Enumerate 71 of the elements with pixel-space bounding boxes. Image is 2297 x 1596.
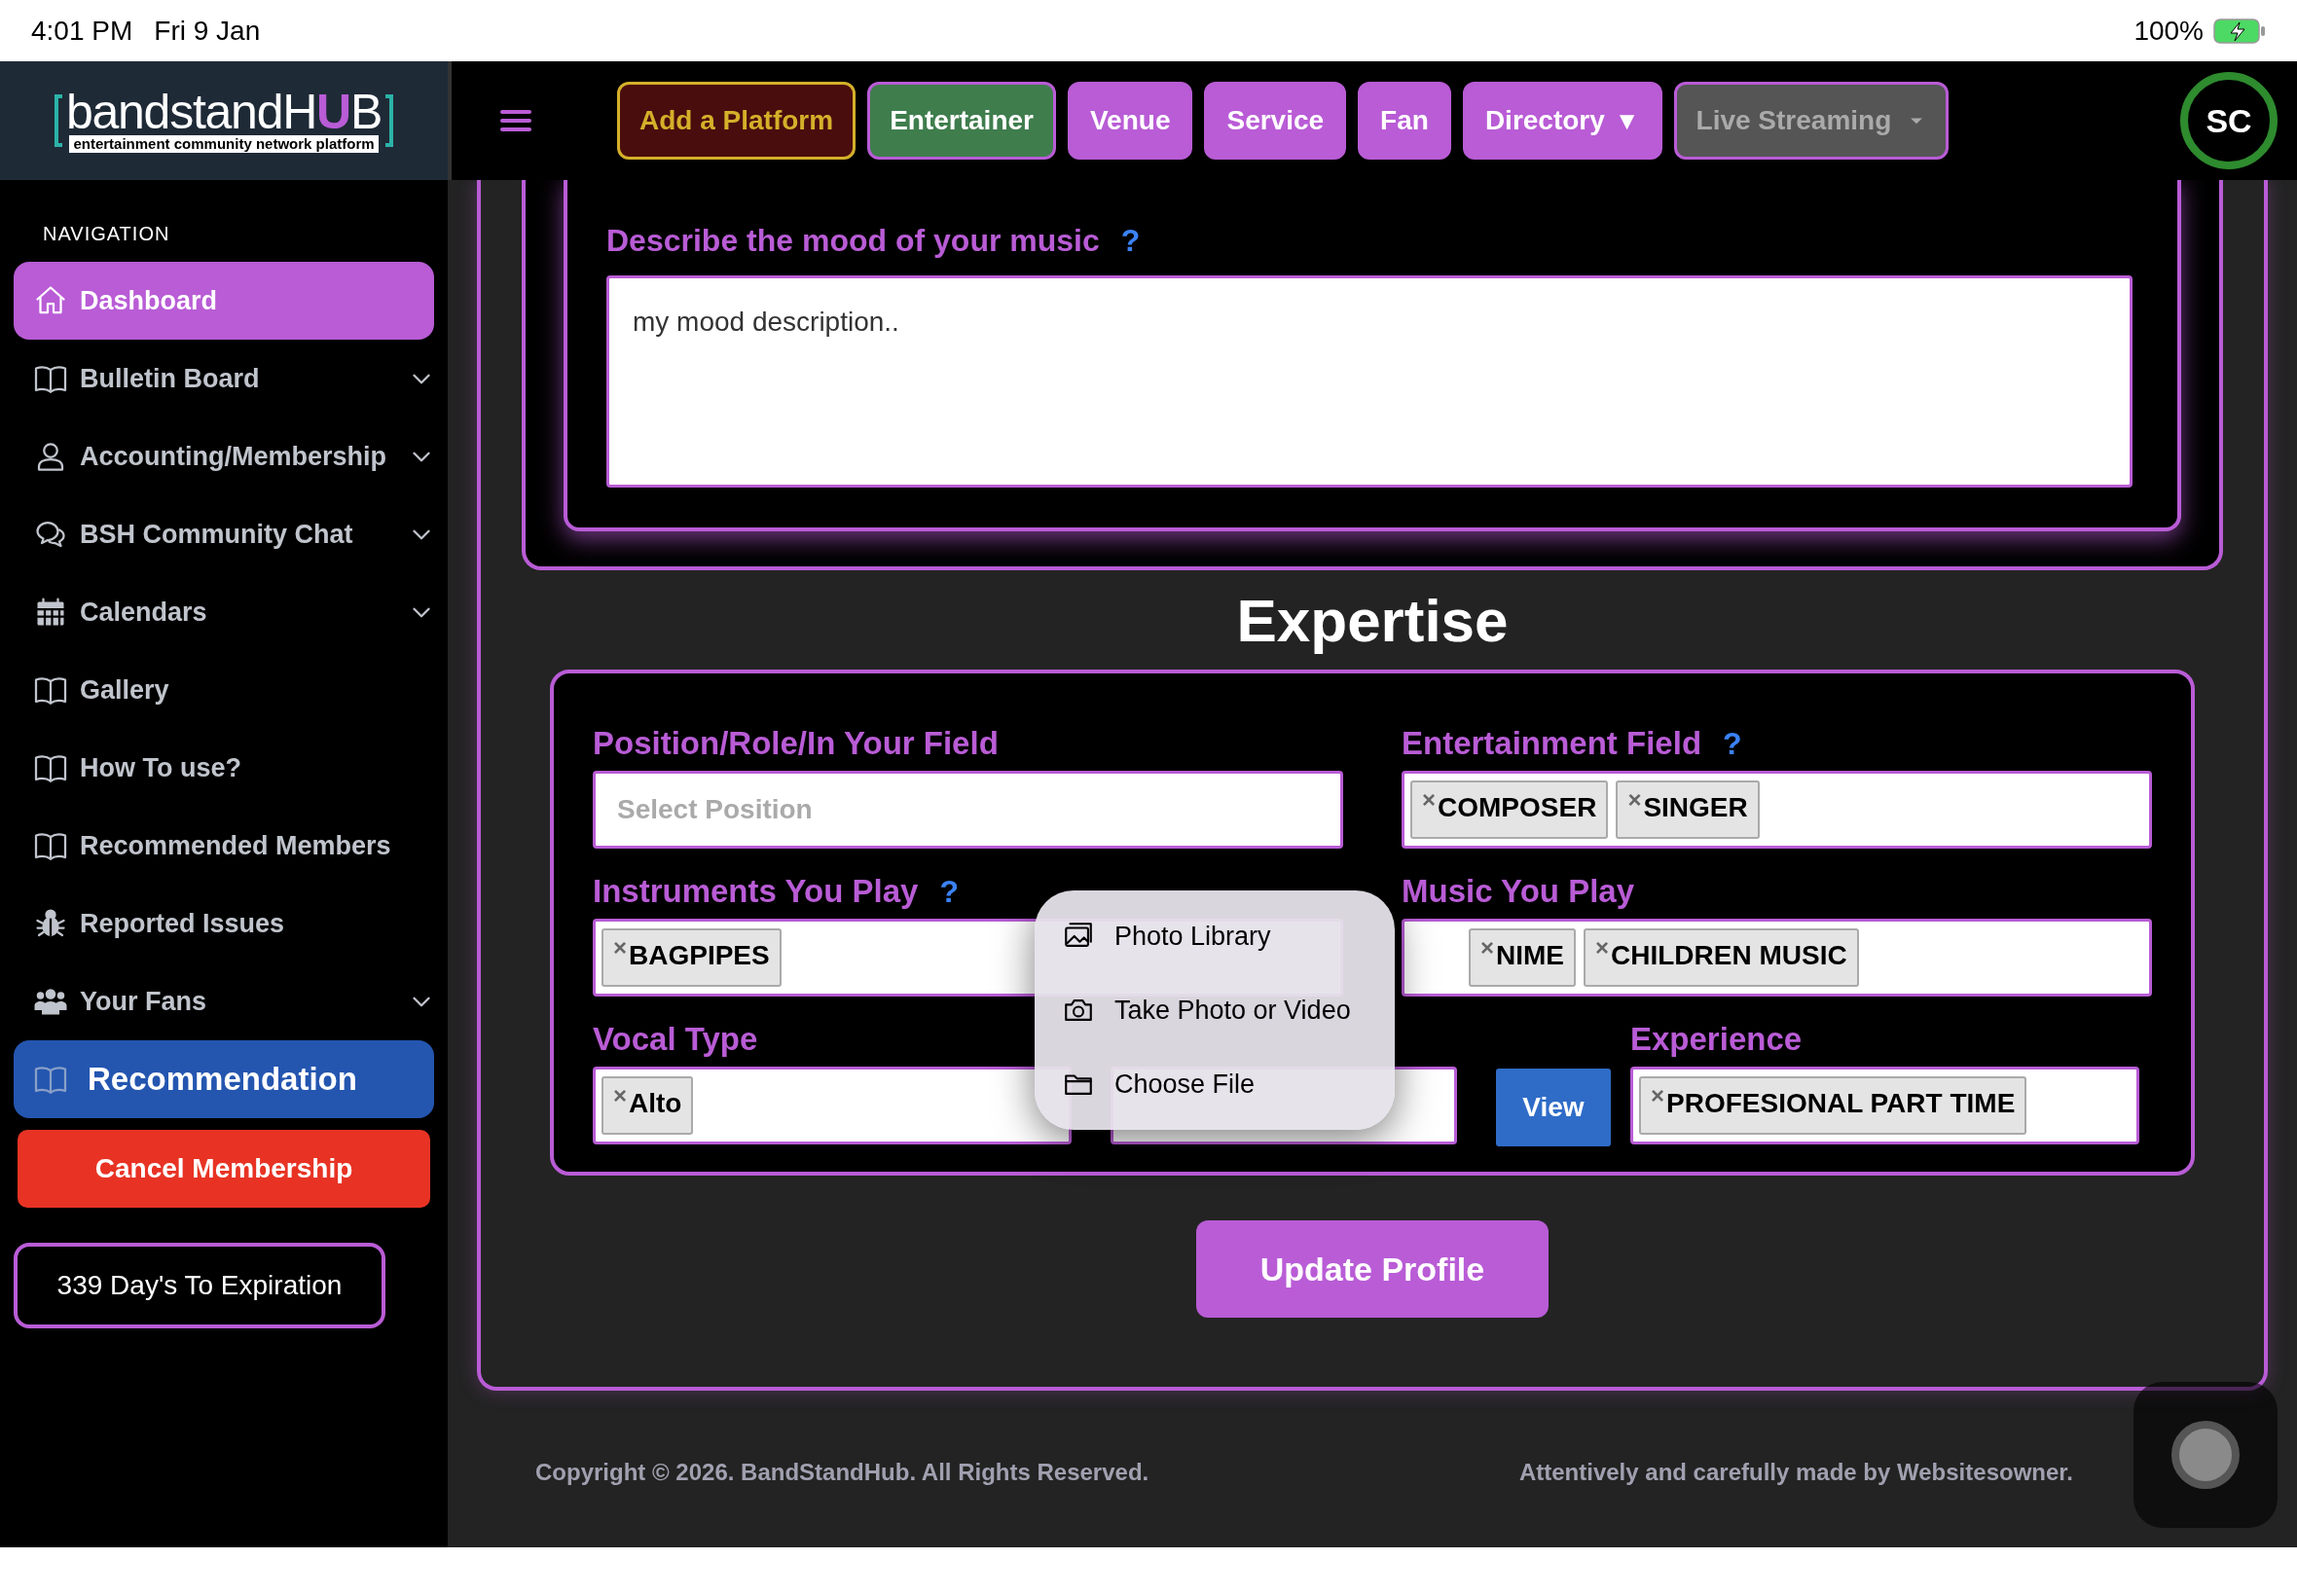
status-time: 4:01 PM	[31, 14, 133, 48]
nav-tab[interactable]: Add a Platform	[617, 82, 857, 160]
field-label: Position/Role/In Your Field	[593, 724, 999, 764]
tag-input-field[interactable]: ×COMPOSER ×SINGER	[1402, 771, 2152, 849]
bracket-icon	[54, 94, 62, 147]
tag-chip: ×CHILDREN MUSIC	[1584, 928, 1859, 987]
nav-item[interactable]: Bulletin Board	[14, 340, 434, 417]
nav-item[interactable]: Calendars	[14, 573, 434, 651]
tag-chip: ×SINGER	[1616, 780, 1760, 839]
tag-chip: ×Alto	[602, 1076, 694, 1135]
nav-heading: NAVIGATION	[42, 222, 171, 246]
chevron-icon	[413, 373, 430, 384]
nav-tab[interactable]: Directory ▼	[1462, 82, 1662, 160]
remove-icon[interactable]: ×	[1651, 1084, 1664, 1107]
logo-wordmark: bandstandHUB	[65, 89, 383, 135]
credit-text: Attentively and carefully made by Websitesowner.	[1518, 1458, 2073, 1487]
field-label: Vocal Type	[593, 1020, 758, 1060]
field-label: Describe the mood of your music	[606, 222, 1100, 260]
nav-item[interactable]: How To use?	[14, 729, 434, 807]
field-label: Music You Play	[1402, 872, 1635, 912]
tag-input-field[interactable]: ×PROFESIONAL PART TIME	[1630, 1067, 2139, 1144]
tag-chip: ×BAGPIPES	[602, 928, 782, 987]
field-label: Experience	[1630, 1020, 1803, 1060]
help-icon[interactable]: ?	[939, 868, 959, 915]
chevron-icon	[413, 606, 430, 618]
nav-item[interactable]: Recommended Members	[14, 807, 434, 885]
avatar: SC	[2180, 72, 2278, 169]
recommendation-link[interactable]: Recommendation	[14, 1040, 434, 1118]
chevron-icon	[413, 451, 430, 462]
field-label: Entertainment Field	[1402, 724, 1702, 764]
nav-item[interactable]: Gallery	[14, 651, 434, 729]
remove-icon[interactable]: ×	[1627, 788, 1642, 812]
help-icon[interactable]: ?	[1120, 217, 1141, 264]
remove-icon[interactable]: ×	[1595, 936, 1610, 960]
nav-tab[interactable]: Fan	[1358, 82, 1451, 160]
update-profile-button[interactable]: Update Profile	[1196, 1220, 1549, 1318]
remove-icon[interactable]: ×	[613, 936, 627, 960]
chevron-icon	[413, 996, 430, 1007]
menu-icon[interactable]	[500, 108, 531, 133]
nav-tab[interactable]: Service	[1204, 82, 1347, 160]
chevron-icon	[413, 528, 430, 540]
cancel-membership-button[interactable]: Cancel Membership	[18, 1130, 430, 1208]
tag-input-field[interactable]: ×Alto	[593, 1067, 1072, 1144]
field-label: Instruments You Play	[593, 872, 919, 912]
status-date: Fri 9 Jan	[154, 14, 261, 48]
battery-level: 100%	[2133, 14, 2204, 48]
view-button[interactable]: View	[1496, 1069, 1611, 1146]
logo-tagline: entertainment community network platform	[69, 135, 379, 153]
remove-icon[interactable]: ×	[1422, 788, 1436, 812]
mood-textarea[interactable]: my mood description..	[606, 275, 2133, 488]
nav-item[interactable]: Your Fans	[14, 962, 434, 1040]
nav-item[interactable]: Dashboard	[14, 262, 434, 340]
help-icon[interactable]: ?	[1723, 720, 1742, 767]
nav-tab[interactable]: Entertainer	[867, 82, 1056, 160]
tag-chip: ×NIME	[1469, 928, 1576, 987]
tag-chip: ×PROFESIONAL PART TIME	[1639, 1076, 2027, 1135]
tag-chip: ×COMPOSER	[1410, 780, 1609, 839]
nav-item[interactable]: Reported Issues	[14, 885, 434, 962]
battery-icon	[2213, 18, 2266, 44]
nav-item[interactable]: Accounting/Membership	[14, 417, 434, 495]
nav-item[interactable]: BSH Community Chat	[14, 495, 434, 573]
expiration-notice: 339 Day's To Expiration	[14, 1243, 385, 1328]
assistive-touch-button[interactable]	[2133, 1382, 2278, 1528]
remove-icon[interactable]: ×	[1480, 936, 1494, 960]
section-title: Expertise	[1236, 586, 1509, 656]
nav-tab[interactable]: Venue	[1067, 82, 1193, 160]
select-field[interactable]: Select Position	[593, 771, 1343, 849]
bracket-icon	[385, 94, 394, 147]
copyright-text: Copyright © 2026. BandStandHub. All Rights Reserved.	[535, 1458, 1149, 1487]
tag-input-field[interactable]: ×NIME ×CHILDREN MUSIC	[1402, 919, 2152, 997]
remove-icon[interactable]: ×	[613, 1084, 627, 1107]
